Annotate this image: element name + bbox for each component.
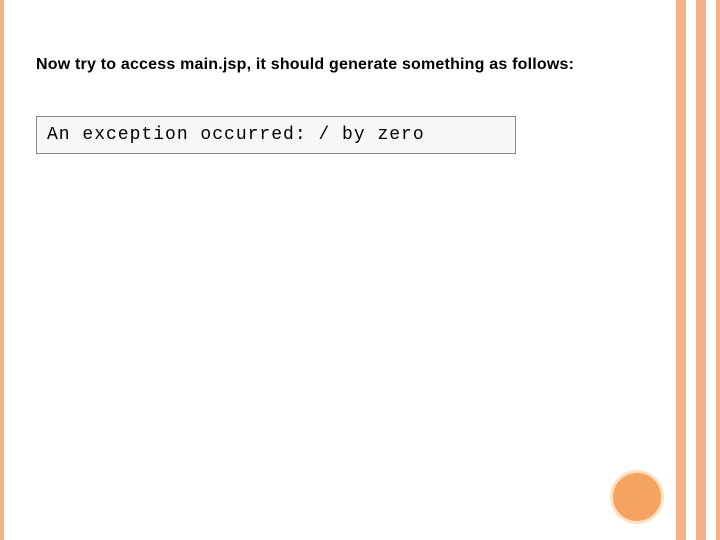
slide-content: Now try to access main.jsp, it should ge… (36, 56, 660, 154)
decorative-stripe-left (0, 0, 4, 540)
decorative-stripe-inner-right (696, 0, 706, 540)
decorative-circle-icon (610, 470, 664, 524)
code-output-box: An exception occurred: / by zero (36, 116, 516, 154)
decorative-stripe-right (716, 0, 720, 540)
decorative-stripe-inner-left (676, 0, 686, 540)
instruction-text: Now try to access main.jsp, it should ge… (36, 56, 660, 74)
